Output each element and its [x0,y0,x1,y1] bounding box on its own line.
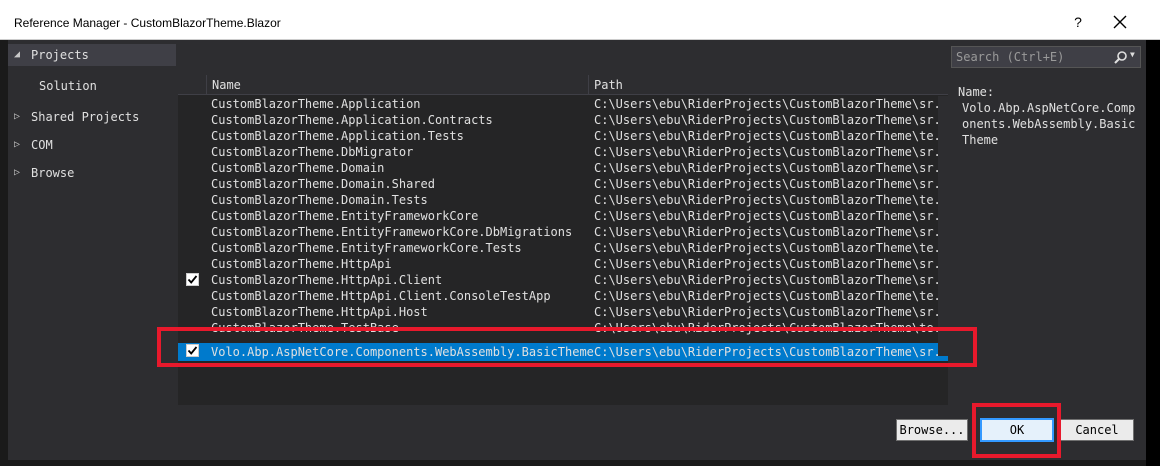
details-name-value: Volo.Abp.AspNetCore.Components.WebAssemb… [962,101,1136,147]
list-row[interactable]: CustomBlazorTheme.HttpApi.Client C:\Users… [178,272,948,288]
search-options-dropdown-icon[interactable]: ▼ [1130,50,1140,59]
list-scrollbar[interactable] [938,96,948,356]
checkmark-icon [186,273,199,286]
checkbox[interactable] [186,129,199,142]
row-path: C:\Users\ebu\RiderProjects\CustomBlazorT… [594,289,944,303]
list-row[interactable]: CustomBlazorTheme.EntityFrameworkCore.Te… [178,240,948,256]
nav-item-projects[interactable]: ◢ Projects [8,44,176,66]
checkbox[interactable] [186,145,199,158]
row-name: CustomBlazorTheme.EntityFrameworkCore [211,209,479,223]
collapsed-arrow-icon: ▷ [14,111,21,122]
list-row[interactable]: CustomBlazorTheme.HttpApi C:\Users\ebu\Ri… [178,256,948,272]
list-row[interactable]: CustomBlazorTheme.Domain.Tests C:\Users\e… [178,192,948,208]
list-row[interactable]: CustomBlazorTheme.Application.Tests C:\Us… [178,128,948,144]
row-path: C:\Users\ebu\RiderProjects\CustomBlazorT… [594,225,944,239]
nav-item-label: Browse [31,166,75,180]
highlight-box-ok-button [972,403,1061,458]
window-border-right [1146,0,1160,466]
list-row[interactable]: CustomBlazorTheme.EntityFrameworkCore C:\… [178,208,948,224]
column-header-path[interactable]: Path [588,75,938,95]
help-button[interactable]: ? [1066,10,1090,34]
cancel-button[interactable]: Cancel [1060,419,1134,441]
nav-item-shared-projects[interactable]: ▷ Shared Projects [8,106,176,128]
checkbox[interactable] [186,161,199,174]
expanded-arrow-icon: ◢ [14,49,21,60]
nav-item-com[interactable]: ▷ COM [8,134,176,156]
row-path: C:\Users\ebu\RiderProjects\CustomBlazorT… [594,129,944,143]
checkbox[interactable] [186,177,199,190]
row-path: C:\Users\ebu\RiderProjects\CustomBlazorT… [594,257,944,271]
row-path: C:\Users\ebu\RiderProjects\CustomBlazorT… [594,145,944,159]
list-row[interactable]: CustomBlazorTheme.Domain.Shared C:\Users\… [178,176,948,192]
close-icon [1113,15,1127,29]
checkbox[interactable] [186,97,199,110]
row-name: CustomBlazorTheme.Domain.Tests [211,193,428,207]
row-name: CustomBlazorTheme.Application.Contracts [211,113,493,127]
title-bar: Reference Manager - CustomBlazorTheme.Bl… [0,0,1160,40]
column-header-name[interactable]: Name [206,75,592,95]
checkbox[interactable] [186,305,199,318]
row-path: C:\Users\ebu\RiderProjects\CustomBlazorT… [594,97,944,111]
list-row[interactable]: CustomBlazorTheme.Application.Contracts C… [178,112,948,128]
list-row[interactable]: CustomBlazorTheme.Domain C:\Users\ebu\Rid… [178,160,948,176]
list-row[interactable]: CustomBlazorTheme.Application C:\Users\eb… [178,96,948,112]
row-name: CustomBlazorTheme.Domain.Shared [211,177,435,191]
row-name: CustomBlazorTheme.EntityFrameworkCore.Db… [211,225,573,239]
window-title: Reference Manager - CustomBlazorTheme.Bl… [14,16,281,30]
details-panel: Name: Volo.Abp.AspNetCore.Components.Web… [958,84,1140,148]
row-path: C:\Users\ebu\RiderProjects\CustomBlazorT… [594,273,944,287]
highlight-box-selected-row [157,327,977,367]
checkbox[interactable] [186,209,199,222]
list-row[interactable]: CustomBlazorTheme.EntityFrameworkCore.Db… [178,224,948,240]
nav-item-label: COM [31,138,53,152]
nav-item-label: Solution [39,79,97,93]
collapsed-arrow-icon: ▷ [14,167,21,178]
checkbox[interactable] [186,193,199,206]
list-header: Name Path [178,75,948,95]
row-name: CustomBlazorTheme.Application.Tests [211,129,464,143]
row-path: C:\Users\ebu\RiderProjects\CustomBlazorT… [594,209,944,223]
row-path: C:\Users\ebu\RiderProjects\CustomBlazorT… [594,113,944,127]
list-row[interactable]: CustomBlazorTheme.HttpApi.Host C:\Users\e… [178,304,948,320]
collapsed-arrow-icon: ▷ [14,139,21,150]
row-name: CustomBlazorTheme.EntityFrameworkCore.Te… [211,241,522,255]
checkbox[interactable] [186,289,199,302]
browse-button[interactable]: Browse... [896,419,968,441]
nav-item-label: Projects [31,48,89,62]
search-icon[interactable] [1114,50,1128,64]
row-name: CustomBlazorTheme.HttpApi [211,257,392,271]
checkbox[interactable] [186,241,199,254]
row-path: C:\Users\ebu\RiderProjects\CustomBlazorT… [594,193,944,207]
details-name-label: Name: [958,85,995,99]
row-name: CustomBlazorTheme.HttpApi.Host [211,305,428,319]
checkbox[interactable] [186,257,199,270]
category-nav: ◢ Projects Solution ▷ Shared Projects ▷ … [8,44,176,404]
row-path: C:\Users\ebu\RiderProjects\CustomBlazorT… [594,241,944,255]
search-input[interactable] [956,49,1106,65]
list-row[interactable]: CustomBlazorTheme.DbMigrator C:\Users\ebu… [178,144,948,160]
checkbox-checked[interactable] [186,273,199,286]
checkbox[interactable] [186,225,199,238]
window-border-left [0,40,8,466]
row-name: CustomBlazorTheme.DbMigrator [211,145,414,159]
checkbox[interactable] [186,113,199,126]
row-path: C:\Users\ebu\RiderProjects\CustomBlazorT… [594,305,944,319]
row-name: CustomBlazorTheme.HttpApi.Client [211,273,443,287]
row-path: C:\Users\ebu\RiderProjects\CustomBlazorT… [594,161,944,175]
row-name: CustomBlazorTheme.Application [211,97,421,111]
row-name: CustomBlazorTheme.HttpApi.Client.Console… [211,289,551,303]
close-button[interactable] [1108,10,1132,34]
nav-item-browse[interactable]: ▷ Browse [8,162,176,184]
nav-item-label: Shared Projects [31,110,140,124]
list-row[interactable]: CustomBlazorTheme.HttpApi.Client.Console… [178,288,948,304]
nav-item-solution[interactable]: Solution [8,75,176,97]
row-path: C:\Users\ebu\RiderProjects\CustomBlazorT… [594,177,944,191]
search-box: ▼ [951,46,1141,68]
row-name: CustomBlazorTheme.Domain [211,161,385,175]
